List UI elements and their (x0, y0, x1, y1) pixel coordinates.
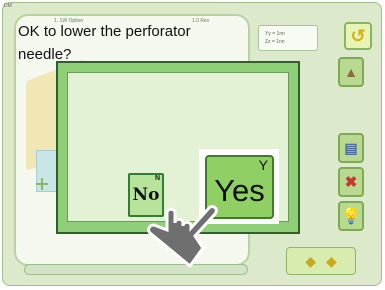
dialog-message: OK to lower the perforator needle? (18, 23, 191, 63)
delete-button[interactable]: ✖ (338, 167, 364, 197)
undo-button[interactable]: ↺ (344, 22, 372, 50)
arrow-right-icon: ◆ (326, 252, 337, 269)
corner-label: DM (4, 3, 12, 9)
stamp-button[interactable]: ▤ (338, 133, 364, 163)
coord-line-2: Zz = 1nn (265, 39, 285, 45)
mirror-icon: ▲ (344, 64, 358, 80)
arrow-left-icon: ◆ (305, 252, 316, 269)
coord-line-1: Yy = 1nn (265, 31, 285, 37)
embroidery-screen: DM 1. 1W Option 1.0 Rev Yy = 1nn Zz = 1n… (0, 0, 385, 290)
pointing-hand-icon (147, 205, 218, 269)
undo-icon: ↺ (350, 25, 366, 46)
arrow-buttons[interactable]: ◆ ◆ (286, 247, 356, 275)
crosshair-icon (36, 178, 48, 190)
coordinate-readout: Yy = 1nn Zz = 1nn (258, 25, 318, 51)
yes-hint: Y (258, 157, 268, 173)
light-icon: 💡 (341, 208, 361, 225)
delete-icon: ✖ (344, 174, 358, 191)
light-button[interactable]: 💡 (338, 201, 364, 231)
stamp-icon: ▤ (344, 139, 358, 156)
mirror-button[interactable]: ▲ (338, 57, 364, 87)
